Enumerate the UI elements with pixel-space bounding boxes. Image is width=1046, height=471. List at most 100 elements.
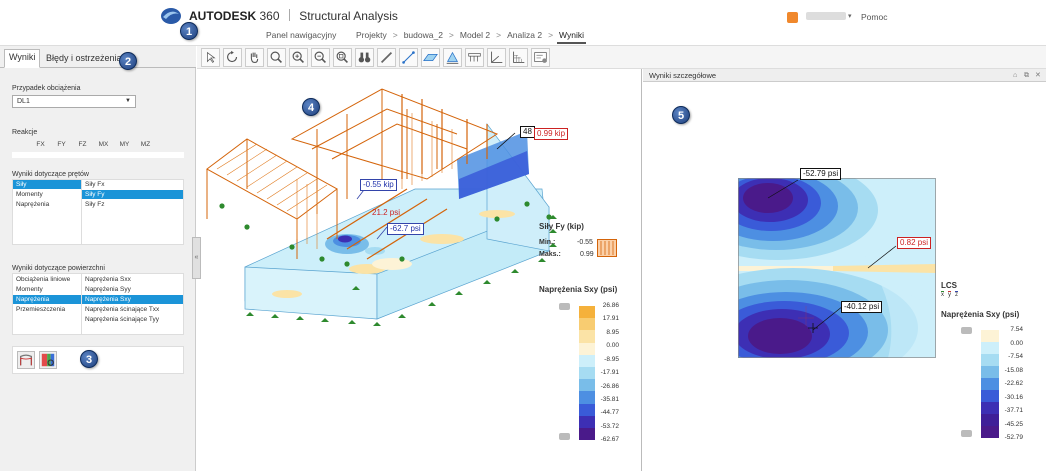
forces-max-label: Maks.: (539, 251, 561, 258)
chevron-down-icon[interactable]: ▾ (848, 12, 852, 20)
load-case-select[interactable]: DL1 ▼ (12, 95, 136, 108)
member-results-list: Siły Momenty Naprężenia Siły Fx Siły Fy … (12, 179, 184, 245)
surface-item-syy[interactable]: Naprężenia Syy (82, 285, 183, 294)
detail-stress-legend-value: -52.79 (1004, 434, 1023, 441)
zoom-icon[interactable] (267, 48, 286, 67)
legend-max-slider[interactable] (559, 303, 570, 310)
stress-legend-swatch (579, 330, 595, 343)
binoculars-icon[interactable] (355, 48, 374, 67)
detail-stress-legend-value: -45.25 (1004, 420, 1023, 428)
detail-stress-legend-value: -30.16 (1004, 393, 1023, 401)
popout-icon[interactable]: ⧉ (1024, 72, 1031, 79)
stress-legend-value: 26.86 (602, 302, 619, 309)
surface-category-stresses[interactable]: Naprężenia (13, 295, 81, 304)
brand: AUTODESK 360 Structural Analysis (189, 9, 398, 23)
member-icon[interactable] (377, 48, 396, 67)
reaction-mx[interactable]: MX (93, 141, 114, 150)
breadcrumb-projects[interactable]: Projekty (354, 30, 389, 44)
member-item-fy[interactable]: Siły Fy (82, 190, 183, 199)
stress-legend-value: -44.77 (600, 409, 619, 417)
breadcrumb-analysis[interactable]: Analiza 2 (505, 30, 544, 44)
stress-legend-value: -8.95 (604, 355, 619, 363)
load-icon[interactable] (465, 48, 484, 67)
tab-errors-warnings[interactable]: Błędy i ostrzeżenia (42, 51, 126, 65)
surface-item-sxx[interactable]: Naprężenia Sxx (82, 275, 183, 284)
help-link[interactable]: Pomoc (861, 12, 887, 22)
reaction-fz[interactable]: FZ (72, 141, 93, 150)
reactions-label: Reakcje (12, 129, 38, 136)
settings-icon[interactable] (531, 48, 550, 67)
stress-legend-value: 8.95 (606, 328, 619, 336)
detail-stress-legend-swatch (981, 390, 999, 402)
deformation-icon[interactable] (17, 351, 35, 369)
lcs-axis-y: y (948, 291, 951, 298)
stress-legend-swatch (579, 306, 595, 319)
zoom-in-icon[interactable] (289, 48, 308, 67)
surface-item-txx[interactable]: Naprężenia ścinające Txx (82, 305, 183, 314)
surface-category-line-loads[interactable]: Obciążenia liniowe (13, 275, 81, 284)
reaction-my[interactable]: MY (114, 141, 135, 150)
rotate-icon[interactable] (223, 48, 242, 67)
pan-icon[interactable] (245, 48, 264, 67)
detail-stress-legend-swatch (981, 378, 999, 390)
brand-360: 360 (259, 9, 280, 23)
member-results-label: Wyniki dotyczące prętów (12, 171, 89, 178)
axes-icon[interactable] (487, 48, 506, 67)
breadcrumb-project[interactable]: budowa_2 (402, 30, 445, 44)
detail-panel-header: Wyniki szczegółowe ⌂ ⧉ ✕ (643, 69, 1046, 82)
structure-model[interactable] (197, 69, 642, 471)
zoom-out-icon[interactable] (311, 48, 330, 67)
reaction-fx[interactable]: FX (30, 141, 51, 150)
member-category-forces[interactable]: Siły (13, 180, 81, 189)
tab-results[interactable]: Wyniki (4, 49, 41, 68)
chevron-down-icon: ▼ (125, 98, 131, 104)
surface-stress-map[interactable] (738, 178, 936, 358)
stress-legend-swatch (579, 403, 595, 416)
stress-legend-swatch (579, 415, 595, 428)
detail-stress-legend-value: 0.00 (1010, 339, 1023, 347)
load-case-label: Przypadek obciążenia (12, 85, 81, 92)
close-icon[interactable]: ✕ (1035, 72, 1042, 79)
detail-legend-min-slider[interactable] (961, 430, 972, 437)
forces-max-value: 0.99 (580, 251, 594, 258)
collapse-sidebar-handle[interactable]: « (192, 237, 201, 279)
results-sidebar: Wyniki Błędy i ostrzeżenia Przypadek obc… (0, 46, 196, 471)
nav-dashboard-link[interactable]: Panel nawigacyjny (266, 30, 336, 40)
member-item-fz[interactable]: Siły Fz (82, 200, 183, 209)
member-category-moments[interactable]: Momenty (13, 190, 81, 199)
member-category-stresses[interactable]: Naprężenia (13, 200, 81, 209)
breadcrumb: Projekty > budowa_2 > Model 2 > Analiza … (354, 30, 586, 44)
support-icon[interactable] (443, 48, 462, 67)
grid-icon[interactable] (509, 48, 528, 67)
line-icon[interactable] (399, 48, 418, 67)
stress-legend-value: -35.81 (600, 395, 619, 403)
stress-legend-value: 0.00 (606, 342, 619, 350)
surface-category-displacements[interactable]: Przemieszczenia (13, 305, 81, 314)
surface-item-sxy[interactable]: Naprężenia Sxy (82, 295, 183, 304)
forces-min-label: Min.: (539, 239, 556, 246)
surface-item-tyy[interactable]: Naprężenia ścinające Tyy (82, 315, 183, 324)
detail-stress-legend-swatch (981, 414, 999, 426)
breadcrumb-model[interactable]: Model 2 (458, 30, 492, 44)
header: AUTODESK 360 Structural Analysis Panel n… (0, 0, 1046, 46)
reaction-fy[interactable]: FY (51, 141, 72, 150)
callout-1: 1 (180, 22, 198, 40)
result-map-icon[interactable] (39, 351, 57, 369)
member-item-fx[interactable]: Siły Fx (82, 180, 183, 189)
home-icon[interactable]: ⌂ (1013, 72, 1020, 79)
reaction-mz[interactable]: MZ (135, 141, 156, 150)
surface-category-moments[interactable]: Momenty (13, 285, 81, 294)
user-menu[interactable] (806, 12, 846, 20)
surface-icon[interactable] (421, 48, 440, 67)
select-icon[interactable] (201, 48, 220, 67)
legend-min-slider[interactable] (559, 433, 570, 440)
breadcrumb-results[interactable]: Wyniki (557, 30, 586, 44)
zoom-fit-icon[interactable] (333, 48, 352, 67)
detail-stress-legend-swatch (981, 342, 999, 354)
detail-legend-max-slider[interactable] (961, 327, 972, 334)
callout-3: 3 (80, 350, 98, 368)
rss-icon[interactable] (787, 12, 798, 23)
model-viewport[interactable]: 48 0.99 kip -0.55 kip 21.2 psi -62.7 psi… (197, 69, 642, 471)
stress-legend-value: -17.91 (600, 369, 619, 377)
stress-legend-value: 17.91 (602, 315, 619, 323)
